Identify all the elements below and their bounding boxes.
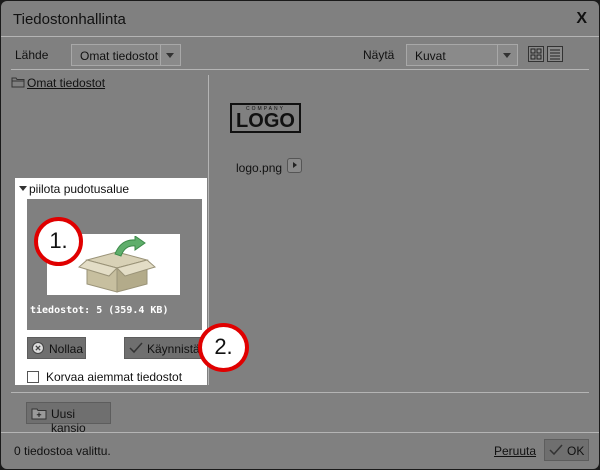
title-bar: Tiedostonhallinta X [1,1,599,37]
selection-status: 0 tiedostoa valittu. [14,444,111,458]
toolbar-divider [11,69,589,70]
close-button[interactable]: X [576,10,587,28]
source-select[interactable]: Omat tiedostot [71,44,181,66]
start-button[interactable]: Käynnistä [124,337,202,359]
new-folder-button[interactable]: Uusi kansio [26,402,111,435]
overwrite-checkbox-label: Korvaa aiemmat tiedostot [46,370,183,384]
view-label: Näytä [363,48,395,62]
logo-text: LOGO [236,110,295,132]
title-divider [1,36,599,37]
list-view-icon [550,49,560,60]
new-folder-icon [31,408,47,420]
view-select[interactable]: Kuvat [406,44,518,66]
new-folder-label: Uusi kansio [51,407,86,435]
list-view-button[interactable] [547,46,563,62]
toggle-dropzone-link[interactable]: piilota pudotusalue [18,182,129,196]
reset-button-label: Nollaa [49,342,84,356]
folder-icon [11,77,25,88]
folder-my-files[interactable]: Omat tiedostot [27,76,105,90]
reset-icon [32,342,44,354]
source-label: Lähde [15,48,49,62]
file-thumbnail[interactable]: COMPANY LOGO [230,103,301,133]
file-actions-button[interactable] [287,158,302,173]
source-select-value: Omat tiedostot [80,49,159,63]
upload-panel: piilota pudotusalue tiedostot: 5 (359.4 … [15,178,207,385]
ok-button[interactable]: OK [544,439,589,461]
grid-view-button[interactable] [528,46,544,62]
file-name[interactable]: logo.png [236,161,282,175]
checkmark-icon [129,342,143,354]
upload-info: tiedostot: 5 (359.4 KB) [30,305,169,316]
grid-view-icon [530,48,542,60]
chevron-down-icon [497,45,517,65]
footer-divider-top [11,392,589,393]
step-marker-1: 1. [34,217,83,266]
dialog-title: Tiedostonhallinta [13,11,126,28]
cancel-link[interactable]: Peruuta [494,444,536,458]
ok-button-label: OK [567,444,585,458]
reset-button[interactable]: Nollaa [27,337,86,359]
start-button-label: Käynnistä [147,342,200,356]
box-upload-icon [77,236,157,293]
footer-divider [1,432,599,433]
step-marker-2: 2. [198,323,249,372]
checkmark-icon [549,444,563,456]
overwrite-checkbox[interactable] [27,371,39,383]
view-select-value: Kuvat [415,49,446,63]
file-manager-dialog: Tiedostonhallinta X Lähde Omat tiedostot… [1,1,599,469]
chevron-down-icon [160,45,180,65]
